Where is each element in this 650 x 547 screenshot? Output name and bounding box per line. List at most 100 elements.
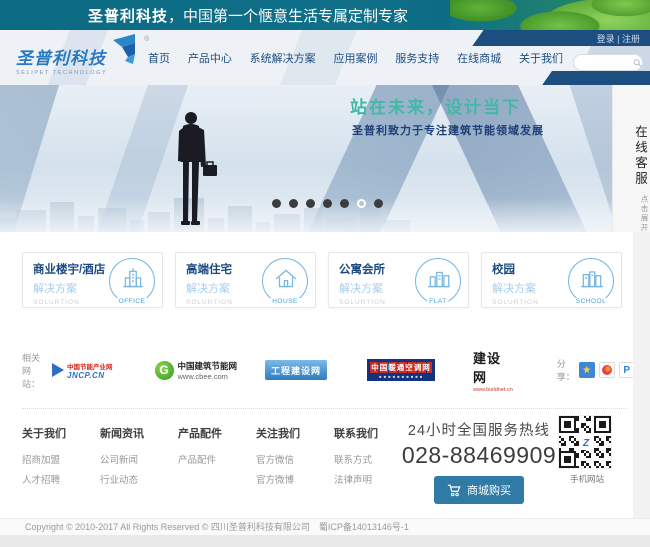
login-register-link[interactable]: 登录 | 注册: [597, 32, 640, 45]
solution-card[interactable]: 校园 解决方案 SOLURTION SCHOOL: [481, 252, 622, 308]
solution-icon-label: OFFICE: [117, 298, 148, 305]
solution-card[interactable]: 公寓会所 解决方案 SOLURTION FLAT: [328, 252, 469, 308]
footer-col-title: 关注我们: [256, 425, 334, 441]
footer-col-title: 产品配件: [178, 425, 256, 441]
solution-circle: HOUSE: [262, 258, 308, 304]
online-service-label: 在线客服: [613, 125, 650, 187]
top-slogan-rest: ，中国第一个惬意生活专属定制专家: [168, 8, 408, 25]
solution-card[interactable]: 高端住宅 解决方案 SOLURTION HOUSE: [175, 252, 316, 308]
top-slogan: 圣普利科技，中国第一个惬意生活专属定制专家: [88, 5, 408, 26]
solution-icon-label: HOUSE: [270, 298, 300, 305]
hero-banner: 站在未来，设计当下 圣普利致力于专注建筑节能领域发展 在线客服 点击展开: [0, 85, 650, 232]
partners-row: 相关网站： 中国节能产业网 JNCP.CN G 中国建筑节能网 www.cbee…: [0, 340, 650, 400]
hero-title: 站在未来，设计当下: [350, 93, 521, 118]
carousel-dot-3[interactable]: [306, 199, 315, 208]
search-box[interactable]: [573, 54, 643, 71]
footer-link[interactable]: 招商加盟: [22, 451, 100, 471]
partner-gongcheng[interactable]: 工程建设网: [265, 360, 327, 380]
partner-nuantong[interactable]: 中国暖通空调网 ■ ■ ■ ■ ■ ■ ■ ■ ■ ■: [367, 359, 435, 381]
copyright-bar: Copyright © 2010-2017 All Rights Reserve…: [0, 518, 650, 535]
menu-item[interactable]: 系统解决方案: [250, 50, 316, 66]
footer-col-parts: 产品配件 产品配件: [178, 425, 256, 491]
partner-cbee[interactable]: G 中国建筑节能网 www.cbee.com: [155, 360, 238, 381]
carousel-dots: [272, 199, 383, 208]
footer-link[interactable]: 产品配件: [178, 451, 256, 471]
page: 圣普利科技，中国第一个惬意生活专属定制专家 登录 | 注册 圣普利科技 SELI…: [0, 0, 650, 547]
solution-cards: 商业楼宇/酒店 解决方案 SOLURTION OFFICE 高端住宅 解决方案 …: [22, 252, 622, 308]
leaves-image: [450, 0, 650, 30]
main-menu: 首页 产品中心 系统解决方案 应用案例 服务支持 在线商城 关于我们: [148, 30, 563, 85]
partner-name: 中国建筑节能网: [178, 360, 238, 372]
solution-circle: SCHOOL: [568, 258, 614, 304]
hero-subtitle: 圣普利致力于专注建筑节能领域发展: [352, 122, 544, 138]
logo[interactable]: 圣普利科技 SELIPET TECHNOLOGY ®: [16, 44, 107, 76]
qr-code: Z: [558, 415, 612, 469]
hotline-block: 24小时全国服务热线 028-88469909 商城购买: [394, 419, 564, 504]
footer-link[interactable]: 官方微信: [256, 451, 334, 471]
qr-center-logo: Z: [579, 436, 593, 450]
share-label: 分享：: [557, 357, 575, 383]
footer: 关于我们 招商加盟 人才招聘 新闻资讯 公司新闻 行业动态 产品配件 产品配件: [22, 408, 628, 491]
jncp-arrow-icon: [52, 363, 64, 377]
partner-sub: www.buildnet.cn: [473, 387, 513, 393]
partner-sub: ■ ■ ■ ■ ■ ■ ■ ■ ■ ■: [379, 374, 423, 379]
online-service-tab[interactable]: 在线客服 点击展开: [612, 85, 650, 232]
footer-col-title: 关于我们: [22, 425, 100, 441]
copyright-text: Copyright © 2010-2017 All Rights Reserve…: [25, 522, 409, 532]
hotline-label: 24小时全国服务热线: [394, 419, 564, 440]
footer-link[interactable]: 官方微博: [256, 471, 334, 491]
footer-col-follow: 关注我们 官方微信 官方微博: [256, 425, 334, 491]
footer-col-title: 新闻资讯: [100, 425, 178, 441]
hotline-number: 028-88469909: [394, 442, 564, 469]
partner-sub: JNCP.CN: [67, 371, 113, 380]
related-sites-label: 相关网站：: [22, 351, 40, 390]
footer-link[interactable]: 公司新闻: [100, 451, 178, 471]
carousel-dot-5[interactable]: [340, 199, 349, 208]
footer-col-about: 关于我们 招商加盟 人才招聘: [22, 425, 100, 491]
carousel-dot-4[interactable]: [323, 199, 332, 208]
cbee-logo-icon: G: [155, 361, 174, 380]
logo-ribbon-icon: [113, 34, 139, 71]
navbar: 登录 | 注册 圣普利科技 SELIPET TECHNOLOGY ® 首页 产品中…: [0, 30, 650, 85]
menu-item[interactable]: 首页: [148, 50, 170, 66]
carousel-dot-7[interactable]: [374, 199, 383, 208]
solution-icon-label: FLAT: [427, 298, 448, 305]
solution-circle: OFFICE: [109, 258, 155, 304]
qr-block: Z 手机网站: [558, 415, 616, 485]
footer-link[interactable]: 人才招聘: [22, 471, 100, 491]
qr-caption: 手机网站: [558, 473, 616, 485]
menu-item[interactable]: 产品中心: [188, 50, 232, 66]
menu-item[interactable]: 关于我们: [519, 50, 563, 66]
shop-buy-button[interactable]: 商城购买: [434, 476, 524, 504]
top-slogan-brand: 圣普利科技: [88, 8, 168, 25]
right-gutter: [633, 232, 650, 518]
menu-item[interactable]: 服务支持: [395, 50, 439, 66]
businessman-silhouette: [172, 111, 218, 232]
partner-sub: www.cbee.com: [178, 372, 238, 381]
top-banner: 圣普利科技，中国第一个惬意生活专属定制专家: [0, 0, 650, 30]
carousel-dot-2[interactable]: [289, 199, 298, 208]
solution-card[interactable]: 商业楼宇/酒店 解决方案 SOLURTION OFFICE: [22, 252, 163, 308]
menu-item[interactable]: 在线商城: [457, 50, 501, 66]
partner-buildnet[interactable]: 建设网 www.buildnet.cn: [473, 348, 513, 393]
cart-icon: [447, 484, 461, 497]
nuantong-logo: 中国暖通空调网 ■ ■ ■ ■ ■ ■ ■ ■ ■ ■: [367, 359, 435, 381]
carousel-dot-6[interactable]: [357, 199, 366, 208]
online-service-hint: 点击展开: [613, 195, 650, 232]
share-icon-weibo[interactable]: [599, 362, 615, 378]
partner-name: 建设网: [473, 348, 513, 386]
footer-link[interactable]: 行业动态: [100, 471, 178, 491]
partner-jncp[interactable]: 中国节能产业网 JNCP.CN: [52, 361, 113, 380]
partner-name: 中国暖通空调网: [370, 362, 432, 373]
share-icon-qzone[interactable]: [579, 362, 595, 378]
search-input[interactable]: [581, 56, 633, 69]
solution-icon-label: SCHOOL: [574, 298, 608, 305]
logo-subtext: SELIPET TECHNOLOGY: [16, 70, 107, 76]
shop-buy-label: 商城购买: [467, 482, 511, 498]
solution-circle: FLAT: [415, 258, 461, 304]
search-icon[interactable]: [633, 57, 642, 69]
menu-item[interactable]: 应用案例: [333, 50, 377, 66]
partner-name: 工程建设网: [265, 360, 327, 380]
partner-name: 中国节能产业网: [67, 361, 113, 371]
carousel-dot-1[interactable]: [272, 199, 281, 208]
